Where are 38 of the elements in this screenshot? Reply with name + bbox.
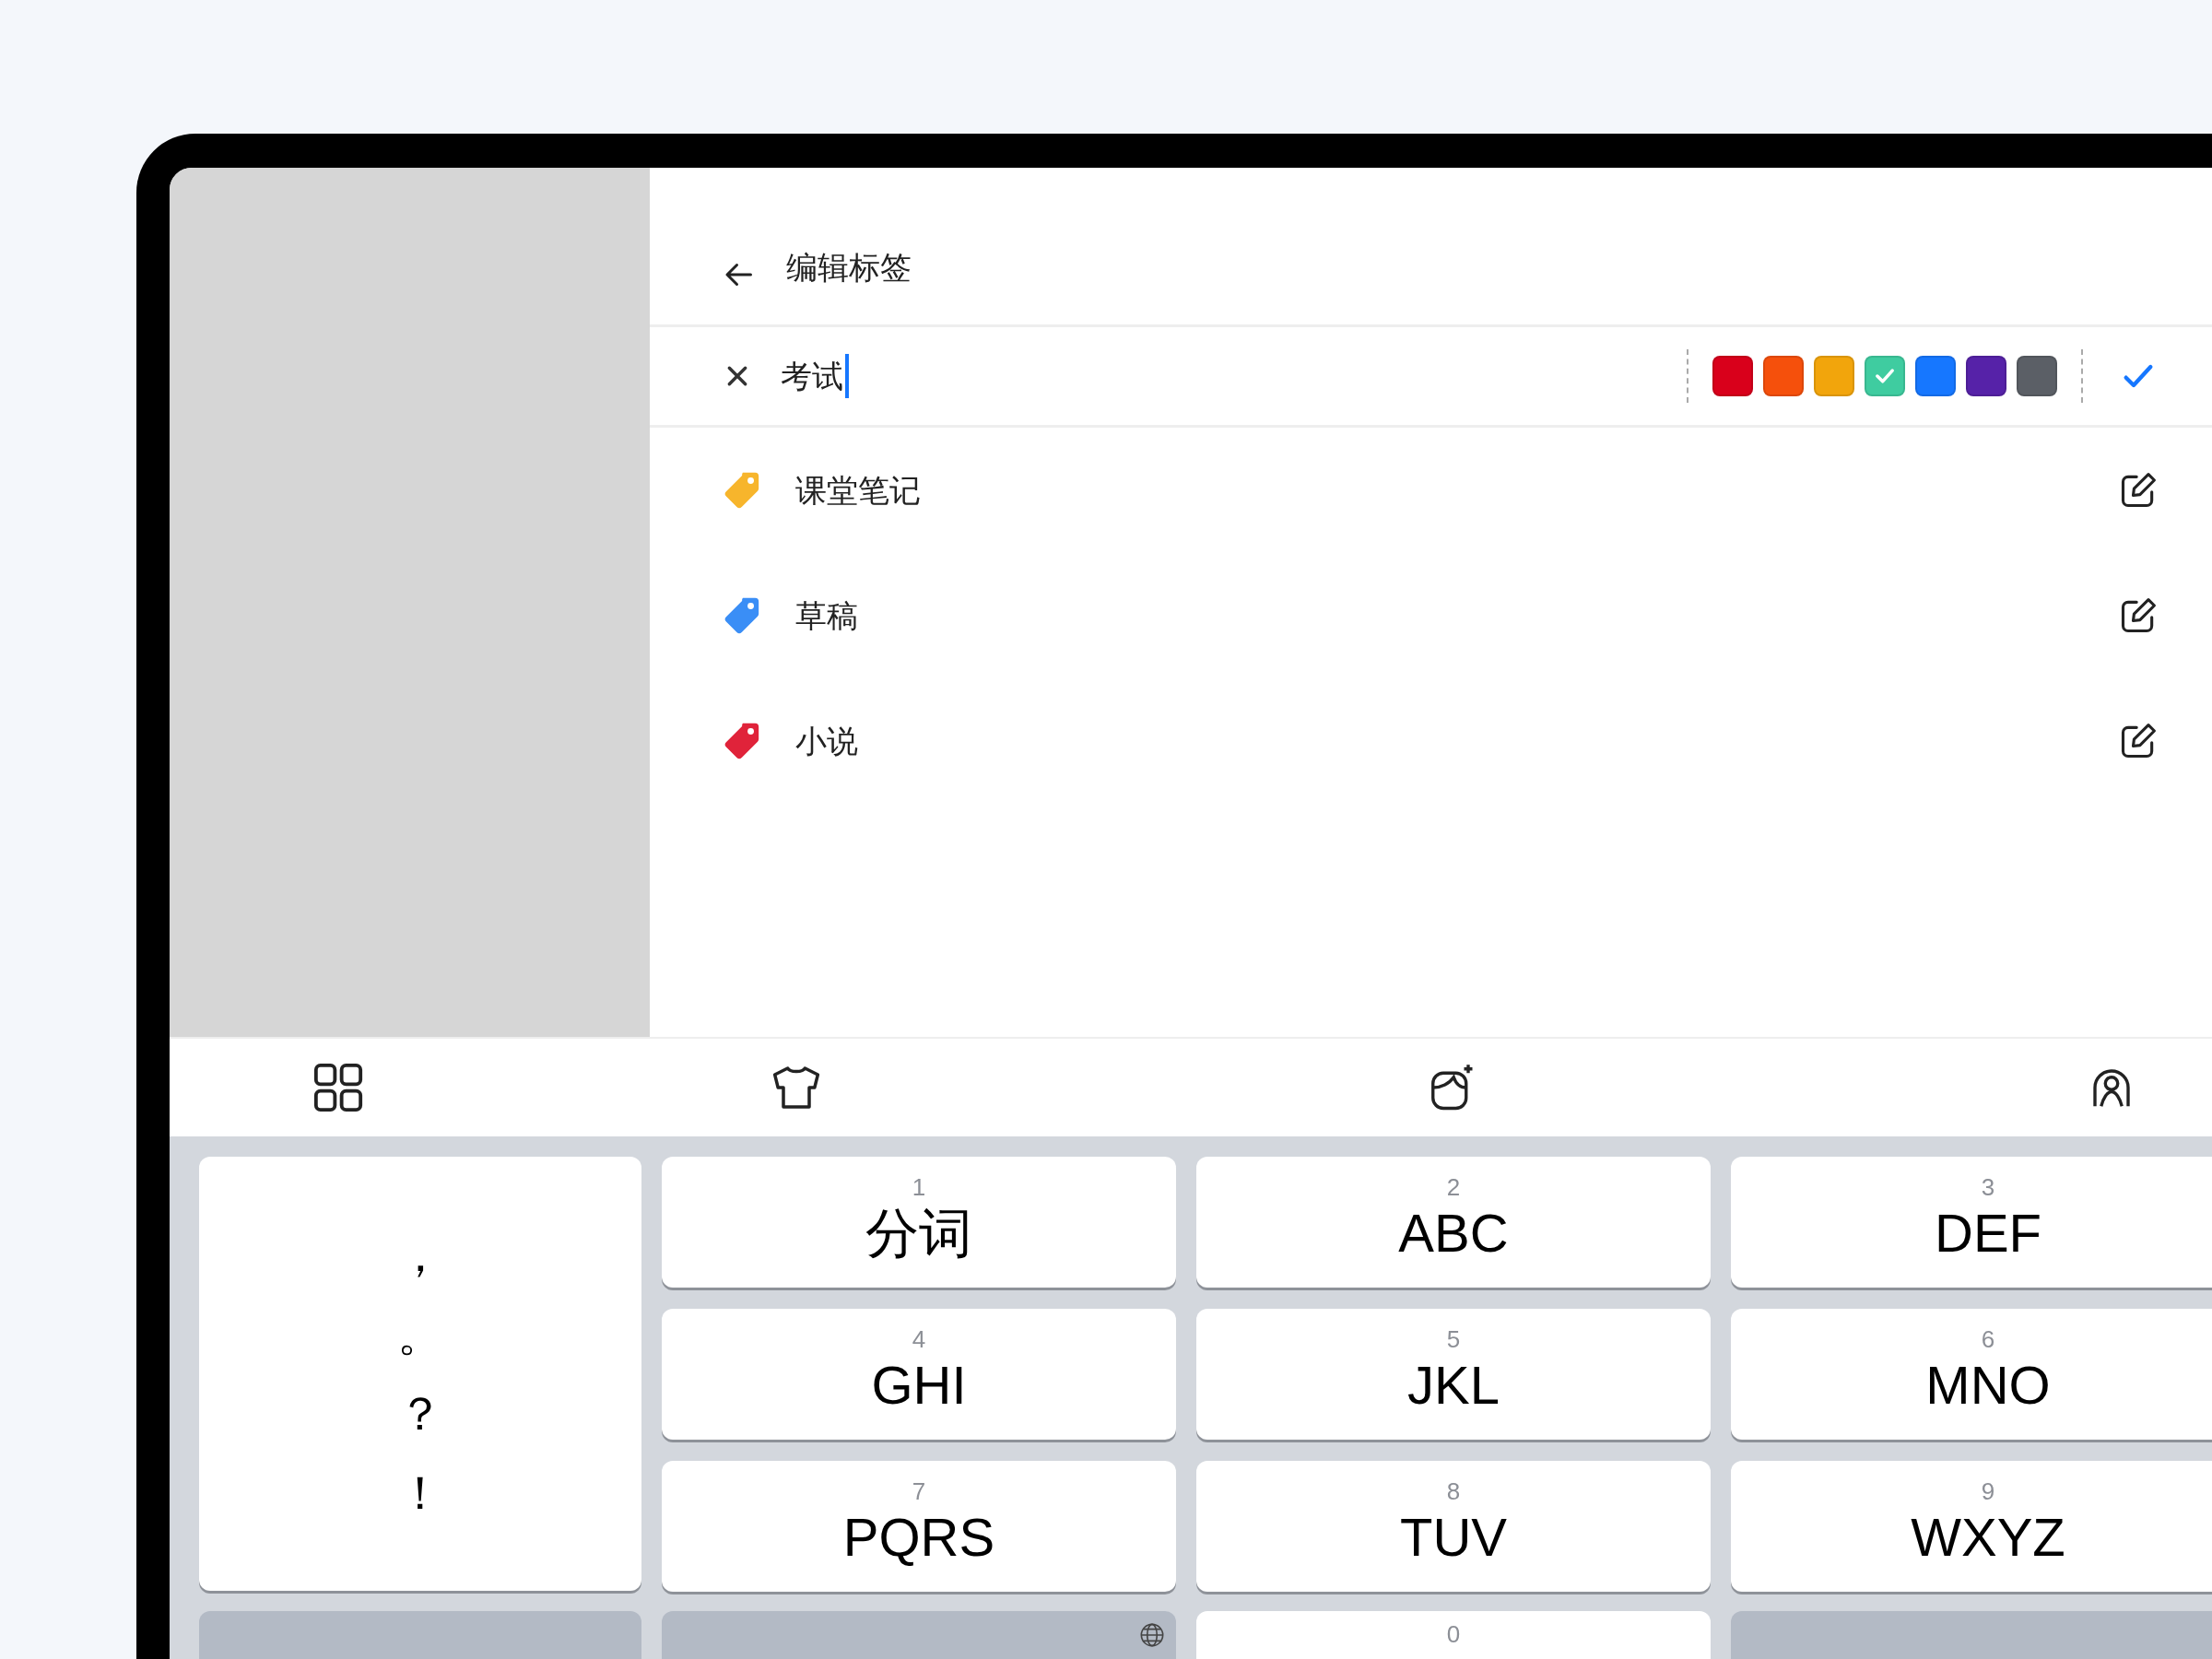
key-number: 5 [1446,1327,1461,1351]
tag-name-field[interactable]: 考试 [781,348,1687,404]
key-letters: DEF [1935,1206,2041,1260]
keyboard-key[interactable]: 7 PQRS [662,1461,1176,1592]
key-letters: ABC [1398,1206,1509,1260]
key-number: 6 [1981,1327,1995,1351]
tag-label[interactable]: 课堂笔记 [795,466,2118,514]
key-letters: JKL [1407,1359,1500,1412]
key-letters: GHI [871,1359,967,1412]
punctuation-mark: 。 [397,1311,443,1358]
page-title: 编辑标签 [786,249,912,287]
key-letters: MNO [1925,1359,2051,1412]
key-letters: WXYZ [1911,1511,2065,1564]
tag-label[interactable]: 小说 [795,717,2118,765]
key-number: 7 [912,1479,926,1503]
key-number: 4 [912,1327,926,1351]
key-number: 0 [1446,1622,1461,1646]
keyboard-key[interactable]: 5 JKL [1196,1309,1711,1440]
keyboard-key[interactable]: 4 GHI [662,1309,1176,1440]
key-number: 1 [912,1175,926,1199]
key-letters: PQRS [842,1511,995,1564]
key-number: 3 [1981,1175,1995,1199]
keyboard-key[interactable]: 3 DEF [1731,1157,2212,1288]
key-letters: 分词 [865,1206,972,1260]
keyboard-key[interactable]: 9 WXYZ [1731,1461,2212,1592]
keyboard-key[interactable]: 8 TUV [1196,1461,1711,1592]
keyboard-key[interactable]: 2 ABC [1196,1157,1711,1288]
punctuation-mark: ！ [397,1469,443,1516]
tag-label[interactable]: 草稿 [795,592,2118,640]
key-letters: TUV [1400,1511,1507,1564]
punctuation-key[interactable]: ， 。 ？ ！ [199,1157,641,1591]
key-number: 2 [1446,1175,1461,1199]
key-number: 9 [1981,1479,1995,1503]
keyboard-key[interactable]: 6 MNO [1731,1309,2212,1440]
punctuation-mark: ， [397,1231,443,1278]
keyboard-key[interactable]: 1 分词 [662,1157,1176,1288]
punctuation-mark: ？ [397,1390,443,1437]
key-number: 8 [1446,1479,1461,1503]
